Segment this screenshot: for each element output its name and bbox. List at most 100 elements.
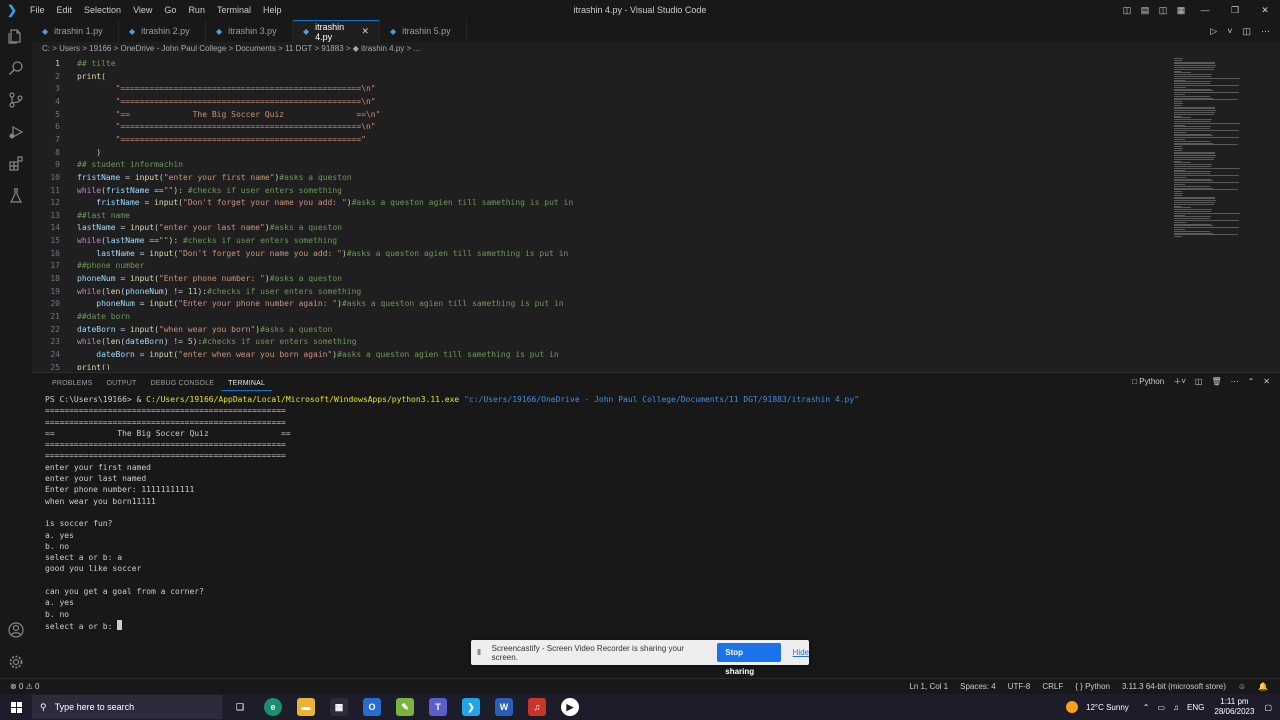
close-tab-icon[interactable]: ✕	[361, 26, 369, 37]
code-line[interactable]: 19 while(len(phoneNum) != 11):#checks if …	[32, 286, 361, 299]
encoding[interactable]: UTF-8	[1008, 679, 1031, 695]
code-line[interactable]: 20 phoneNum = input("Enter your phone nu…	[32, 298, 563, 311]
split-editor-icon[interactable]: ◫	[1242, 26, 1251, 37]
maximize-panel-icon[interactable]: ⌃	[1248, 377, 1255, 386]
code-line[interactable]: 13 ##last name	[32, 210, 130, 223]
task-view-icon[interactable]: ❏	[231, 698, 249, 716]
taskbar-search[interactable]: ⚲ Type here to search	[32, 695, 222, 719]
code-line[interactable]: 1 ## tilte	[32, 58, 115, 71]
code-line[interactable]: 3 "=====================================…	[32, 83, 375, 96]
language-mode[interactable]: { } Python	[1075, 679, 1110, 695]
code-line[interactable]: 5 "== The Big Soccer Quiz ==\n"	[32, 109, 380, 122]
volume-icon[interactable]: ♫	[1173, 703, 1179, 712]
python-interpreter[interactable]: 3.11.3 64-bit (microsoft store)	[1122, 679, 1226, 695]
start-button[interactable]	[0, 694, 32, 720]
word-icon[interactable]: W	[495, 698, 513, 716]
notification-center-icon[interactable]: ▢	[1264, 703, 1272, 712]
split-terminal-icon[interactable]: ◫	[1195, 377, 1203, 386]
tab-itrashin-1-py[interactable]: ◆ itrashin 1.py	[32, 20, 119, 42]
notifications-bell-icon[interactable]: 🔔	[1258, 679, 1268, 695]
account-icon[interactable]	[6, 620, 26, 640]
menu-item-selection[interactable]: Selection	[78, 0, 127, 20]
terminal-output[interactable]: PS C:\Users\19166> & C:/Users/19166/AppD…	[45, 394, 859, 631]
store-icon[interactable]: ▦	[330, 698, 348, 716]
code-editor[interactable]: 1 ## tilte 2 print(3 "=====================…	[32, 58, 1280, 370]
extensions-icon[interactable]	[6, 154, 26, 174]
menu-item-edit[interactable]: Edit	[51, 0, 79, 20]
menu-item-terminal[interactable]: Terminal	[211, 0, 257, 20]
toggle-secondary-sidebar-icon[interactable]: ◫	[1154, 5, 1172, 16]
terminal-input-line[interactable]: select a or b:	[45, 619, 859, 631]
minimize-button[interactable]: —	[1190, 5, 1220, 15]
hide-link[interactable]: Hide	[793, 648, 809, 657]
customize-layout-icon[interactable]: ▦	[1172, 5, 1190, 16]
media-player-icon[interactable]: ▶	[561, 698, 579, 716]
search-icon[interactable]	[6, 58, 26, 78]
edge-browser-icon[interactable]: e	[264, 698, 282, 716]
problems-count[interactable]: ⊗ 0 ⚠ 0	[10, 679, 39, 695]
toggle-panel-icon[interactable]: ▤	[1136, 5, 1154, 16]
tab-itrashin-2-py[interactable]: ◆ itrashin 2.py	[119, 20, 206, 42]
code-line[interactable]: 10 fristName = input("enter your first na…	[32, 172, 351, 185]
terminal-shell-label[interactable]: □ Python	[1132, 377, 1164, 386]
minimap[interactable]	[1170, 58, 1250, 238]
menu-item-help[interactable]: Help	[257, 0, 288, 20]
vscode-taskbar-icon[interactable]: ❯	[462, 698, 480, 716]
close-panel-icon[interactable]: ✕	[1263, 377, 1270, 386]
more-actions-icon[interactable]: ⋯	[1261, 26, 1270, 37]
teams-icon[interactable]: T	[429, 698, 447, 716]
menu-item-view[interactable]: View	[127, 0, 158, 20]
panel-tab-output[interactable]: OUTPUT	[100, 377, 144, 391]
menu-item-run[interactable]: Run	[182, 0, 211, 20]
code-line[interactable]: 25 print()	[32, 362, 110, 370]
panel-tab-terminal[interactable]: TERMINAL	[221, 377, 273, 391]
code-line[interactable]: 4 "=====================================…	[32, 96, 375, 109]
code-line[interactable]: 9 ## student informachin	[32, 159, 183, 172]
tab-itrashin-5-py[interactable]: ◆ itrashin 5.py	[380, 20, 467, 42]
feedback-icon[interactable]: ☺	[1238, 679, 1246, 695]
new-terminal-icon[interactable]: ＋˅	[1173, 376, 1186, 387]
toggle-sidebar-icon[interactable]: ◫	[1118, 5, 1136, 16]
settings-gear-icon[interactable]	[6, 652, 26, 672]
code-line[interactable]: 8 )	[32, 147, 101, 160]
menu-item-go[interactable]: Go	[158, 0, 182, 20]
code-line[interactable]: 12 fristName = input("Don't forget your …	[32, 197, 573, 210]
panel-tab-problems[interactable]: PROBLEMS	[45, 377, 100, 391]
show-hidden-icons-icon[interactable]: ⌃	[1143, 703, 1150, 712]
code-line[interactable]: 22 dateBorn = input("when wear you born")…	[32, 324, 332, 337]
tab-itrashin-3-py[interactable]: ◆ itrashin 3.py	[206, 20, 293, 42]
run-dropdown-icon[interactable]: ˅	[1227, 26, 1232, 36]
code-line[interactable]: 2 print(	[32, 71, 106, 84]
code-line[interactable]: 16 lastName = input("Don't forget your n…	[32, 248, 568, 261]
tab-itrashin-4-py[interactable]: ◆ itrashin 4.py ✕	[293, 20, 380, 42]
file-explorer-icon[interactable]: ▬	[297, 698, 315, 716]
code-line[interactable]: 6 "=====================================…	[32, 121, 375, 134]
code-line[interactable]: 24 dateBorn = input("enter when wear you…	[32, 349, 558, 362]
run-debug-icon[interactable]	[6, 122, 26, 142]
line-ending[interactable]: CRLF	[1042, 679, 1063, 695]
app-icon[interactable]: ♫	[528, 698, 546, 716]
code-line[interactable]: 15 while(lastName ==""): #checks if user …	[32, 235, 337, 248]
outlook-icon[interactable]: O	[363, 698, 381, 716]
screencast-app-icon[interactable]: ✎	[396, 698, 414, 716]
code-line[interactable]: 23 while(len(dateBorn) != 5):#checks if u…	[32, 336, 356, 349]
vscode-logo-icon[interactable]: ❯	[0, 0, 24, 20]
code-line[interactable]: 21 ##date born	[32, 311, 130, 324]
code-line[interactable]: 18 phoneNum = input("Enter phone number: …	[32, 273, 342, 286]
explorer-icon[interactable]	[6, 26, 26, 46]
clock[interactable]: 1:11 pm 28/06/2023	[1214, 697, 1254, 717]
restore-button[interactable]: ❐	[1220, 5, 1250, 16]
trash-icon[interactable]: 🗑	[1211, 377, 1221, 386]
code-line[interactable]: 11 while(fristName ==""): #checks if user…	[32, 185, 342, 198]
close-window-button[interactable]: ✕	[1250, 5, 1280, 16]
language-indicator[interactable]: ENG	[1187, 703, 1204, 712]
code-line[interactable]: 14 lastName = input("enter your last name…	[32, 222, 342, 235]
testing-icon[interactable]	[6, 186, 26, 206]
run-file-icon[interactable]: ▷	[1210, 26, 1217, 37]
code-line[interactable]: 7 "=====================================…	[32, 134, 366, 147]
indentation[interactable]: Spaces: 4	[960, 679, 996, 695]
more-actions-icon[interactable]: ⋯	[1231, 377, 1239, 386]
breadcrumb[interactable]: C: > Users > 19166 > OneDrive - John Pau…	[42, 44, 420, 57]
weather-text[interactable]: 12°C Sunny	[1086, 703, 1129, 712]
cursor-position[interactable]: Ln 1, Col 1	[909, 679, 948, 695]
